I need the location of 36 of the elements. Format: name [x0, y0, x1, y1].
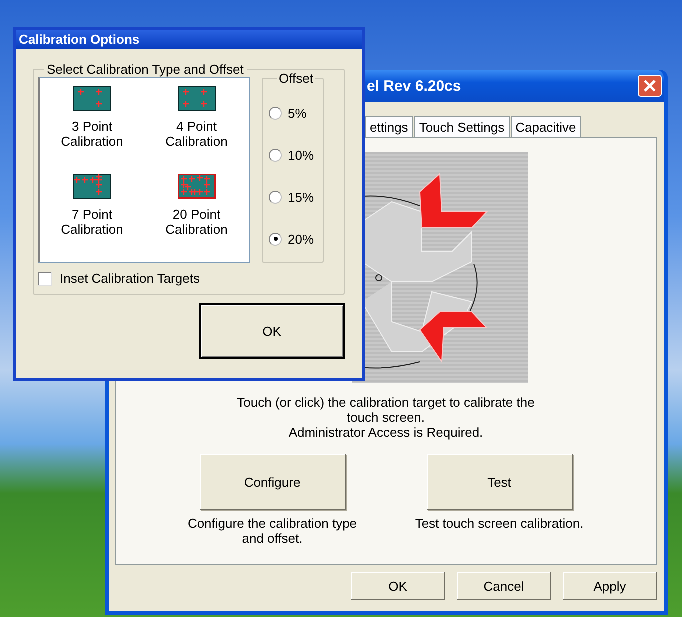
- calibration-type-label[interactable]: 20 Point Calibration: [156, 207, 237, 237]
- group-label: Select Calibration Type and Offset: [46, 62, 245, 77]
- dialog-button[interactable]: OK: [351, 572, 445, 600]
- radio-button[interactable]: [269, 190, 282, 204]
- instruction-text: Touch (or click) the calibration target to calibrate the touch screen.: [236, 395, 536, 425]
- calibration-target-icon: [178, 174, 216, 199]
- action-caption: Test touch screen calibration.: [414, 516, 585, 531]
- checkbox[interactable]: [38, 272, 52, 286]
- ok-button[interactable]: OK: [199, 303, 345, 359]
- tab[interactable]: Touch Settings: [414, 116, 510, 137]
- radio-label: 20%: [288, 232, 314, 246]
- radio-button[interactable]: [269, 106, 282, 120]
- group-label: Offset: [278, 71, 314, 86]
- radio-button[interactable]: [269, 148, 282, 162]
- radio-button[interactable]: [269, 232, 282, 246]
- dialog-title: Calibration Options: [19, 32, 140, 47]
- action-button[interactable]: Test: [426, 454, 572, 510]
- radio-label: 5%: [288, 106, 307, 120]
- radio-label: 10%: [288, 148, 314, 162]
- calibration-type-label[interactable]: 3 Point Calibration: [52, 119, 132, 149]
- tab[interactable]: ettings: [365, 116, 414, 137]
- tab[interactable]: Capacitive: [510, 116, 582, 137]
- calibration-target-icon: [73, 86, 112, 111]
- window-title: el Rev 6.20cs: [367, 78, 462, 94]
- radio-label: 15%: [288, 190, 314, 204]
- instruction-text: Administrator Access is Required.: [288, 425, 484, 440]
- checkbox-label: Inset Calibration Targets: [60, 271, 200, 286]
- calibration-type-label[interactable]: 7 Point Calibration: [52, 207, 132, 237]
- calibration-type-label[interactable]: 4 Point Calibration: [156, 119, 237, 149]
- calibration-target-icon: [178, 86, 216, 111]
- action-caption: Configure the calibration type and offset.: [186, 516, 358, 546]
- calibration-target-icon: [73, 174, 112, 199]
- dialog-button[interactable]: Cancel: [457, 572, 551, 600]
- dialog-button[interactable]: Apply: [563, 572, 657, 600]
- action-button[interactable]: Configure: [200, 454, 346, 510]
- close-button[interactable]: [638, 75, 662, 97]
